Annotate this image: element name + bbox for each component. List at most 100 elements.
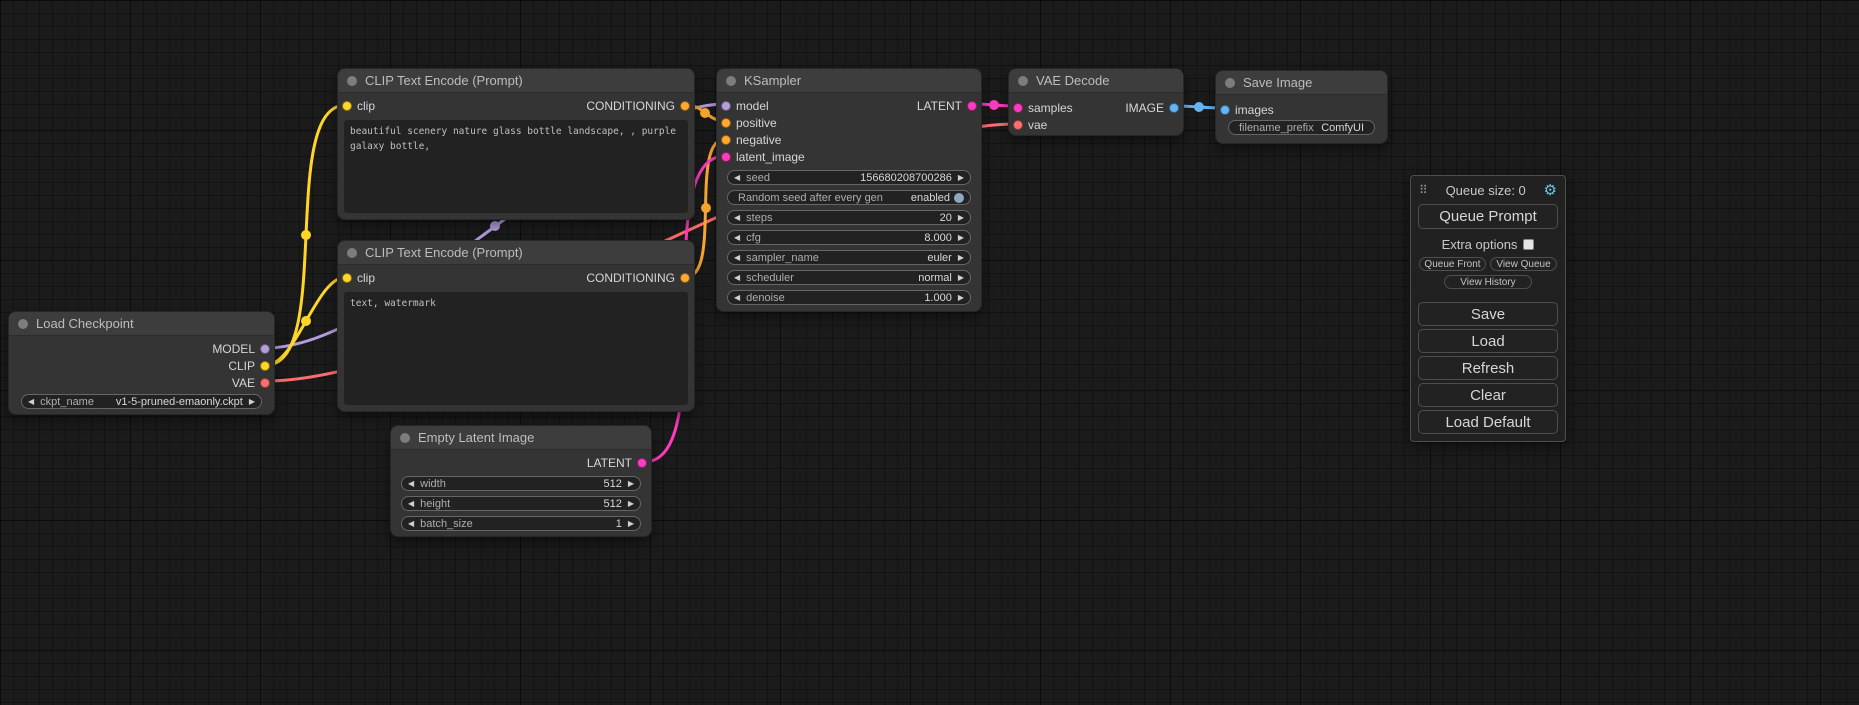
arrow-right-icon[interactable]: ▶	[958, 254, 964, 262]
node-empty-latent-image[interactable]: Empty Latent Image LATENT ◀ width 512 ▶ …	[390, 425, 652, 537]
vae-slot-dot[interactable]	[1013, 120, 1023, 130]
arrow-left-icon[interactable]: ◀	[734, 254, 740, 262]
output-slot-latent[interactable]: LATENT	[917, 99, 977, 113]
node-status-dot[interactable]	[18, 319, 28, 329]
node-status-dot[interactable]	[1018, 76, 1028, 86]
input-slot-clip[interactable]: clip	[342, 99, 375, 113]
widget-width[interactable]: ◀ width 512 ▶	[401, 476, 641, 491]
widget-sampler-name[interactable]: ◀ sampler_name euler ▶	[727, 250, 971, 265]
clip-slot-dot[interactable]	[342, 101, 352, 111]
clip-slot-dot[interactable]	[260, 361, 270, 371]
model-slot-dot[interactable]	[721, 101, 731, 111]
settings-gear-icon[interactable]: ⚙	[1544, 181, 1557, 199]
toggle-knob[interactable]	[954, 193, 964, 203]
clip-slot-dot[interactable]	[342, 273, 352, 283]
node-status-dot[interactable]	[347, 76, 357, 86]
conditioning-slot-dot[interactable]	[680, 273, 690, 283]
arrow-left-icon[interactable]: ◀	[408, 500, 414, 508]
arrow-right-icon[interactable]: ▶	[628, 480, 634, 488]
output-slot-conditioning[interactable]: CONDITIONING	[586, 271, 690, 285]
arrow-right-icon[interactable]: ▶	[628, 500, 634, 508]
input-slot-clip[interactable]: clip	[342, 271, 375, 285]
node-status-dot[interactable]	[726, 76, 736, 86]
widget-batch-size[interactable]: ◀ batch_size 1 ▶	[401, 516, 641, 531]
arrow-left-icon[interactable]: ◀	[734, 274, 740, 282]
arrow-right-icon[interactable]: ▶	[249, 398, 255, 406]
latent-slot-dot[interactable]	[637, 458, 647, 468]
input-slot-images[interactable]: images	[1220, 103, 1274, 117]
widget-random-seed-toggle[interactable]: Random seed after every gen enabled	[727, 190, 971, 205]
load-button[interactable]: Load	[1418, 329, 1558, 353]
node-title-bar[interactable]: CLIP Text Encode (Prompt)	[338, 241, 694, 265]
widget-height[interactable]: ◀ height 512 ▶	[401, 496, 641, 511]
arrow-left-icon[interactable]: ◀	[734, 214, 740, 222]
arrow-right-icon[interactable]: ▶	[958, 214, 964, 222]
arrow-right-icon[interactable]: ▶	[958, 174, 964, 182]
save-button[interactable]: Save	[1418, 302, 1558, 326]
node-title-bar[interactable]: Save Image	[1216, 71, 1387, 95]
conditioning-slot-dot[interactable]	[721, 118, 731, 128]
extra-options-checkbox[interactable]	[1523, 239, 1534, 250]
output-slot-latent[interactable]: LATENT	[587, 456, 647, 470]
node-vae-decode[interactable]: VAE Decode samples IMAGE vae	[1008, 68, 1184, 136]
arrow-left-icon[interactable]: ◀	[28, 398, 34, 406]
vae-slot-dot[interactable]	[260, 378, 270, 388]
node-title-bar[interactable]: KSampler	[717, 69, 981, 93]
node-status-dot[interactable]	[347, 248, 357, 258]
view-history-button[interactable]: View History	[1444, 275, 1532, 289]
widget-filename-prefix[interactable]: filename_prefix ComfyUI	[1228, 120, 1375, 135]
clear-button[interactable]: Clear	[1418, 383, 1558, 407]
input-slot-negative[interactable]: negative	[721, 133, 781, 147]
node-clip-text-encode-positive[interactable]: CLIP Text Encode (Prompt) clip CONDITION…	[337, 68, 695, 220]
widget-steps[interactable]: ◀ steps 20 ▶	[727, 210, 971, 225]
prompt-text-input[interactable]: beautiful scenery nature glass bottle la…	[344, 120, 688, 213]
output-slot-clip[interactable]: CLIP	[228, 359, 270, 373]
widget-denoise[interactable]: ◀ denoise 1.000 ▶	[727, 290, 971, 305]
input-slot-positive[interactable]: positive	[721, 116, 777, 130]
view-queue-button[interactable]: View Queue	[1490, 257, 1557, 271]
input-slot-latent-image[interactable]: latent_image	[721, 150, 805, 164]
model-slot-dot[interactable]	[260, 344, 270, 354]
latent-slot-dot[interactable]	[721, 152, 731, 162]
widget-seed[interactable]: ◀ seed 156680208700286 ▶	[727, 170, 971, 185]
node-clip-text-encode-negative[interactable]: CLIP Text Encode (Prompt) clip CONDITION…	[337, 240, 695, 412]
arrow-left-icon[interactable]: ◀	[408, 480, 414, 488]
arrow-left-icon[interactable]: ◀	[734, 174, 740, 182]
output-slot-image[interactable]: IMAGE	[1125, 101, 1179, 115]
queue-prompt-button[interactable]: Queue Prompt	[1418, 204, 1558, 229]
arrow-right-icon[interactable]: ▶	[958, 234, 964, 242]
node-title-bar[interactable]: Empty Latent Image	[391, 426, 651, 450]
input-slot-vae[interactable]: vae	[1013, 118, 1047, 132]
input-slot-model[interactable]: model	[721, 99, 769, 113]
image-slot-dot[interactable]	[1169, 103, 1179, 113]
widget-cfg[interactable]: ◀ cfg 8.000 ▶	[727, 230, 971, 245]
conditioning-slot-dot[interactable]	[721, 135, 731, 145]
prompt-text-input[interactable]: text, watermark	[344, 292, 688, 405]
node-save-image[interactable]: Save Image images filename_prefix ComfyU…	[1215, 70, 1388, 144]
node-status-dot[interactable]	[400, 433, 410, 443]
node-title-bar[interactable]: VAE Decode	[1009, 69, 1183, 93]
arrow-left-icon[interactable]: ◀	[734, 234, 740, 242]
latent-slot-dot[interactable]	[1013, 103, 1023, 113]
arrow-left-icon[interactable]: ◀	[408, 520, 414, 528]
node-title-bar[interactable]: CLIP Text Encode (Prompt)	[338, 69, 694, 93]
arrow-right-icon[interactable]: ▶	[628, 520, 634, 528]
conditioning-slot-dot[interactable]	[680, 101, 690, 111]
output-slot-vae[interactable]: VAE	[232, 376, 270, 390]
output-slot-conditioning[interactable]: CONDITIONING	[586, 99, 690, 113]
latent-slot-dot[interactable]	[967, 101, 977, 111]
graph-canvas[interactable]: { "colors": { "model": "#B39DDB", "clip"…	[0, 0, 1859, 705]
widget-ckpt-name[interactable]: ◀ ckpt_name v1-5-pruned-emaonly.ckpt ▶	[21, 394, 262, 409]
refresh-button[interactable]: Refresh	[1418, 356, 1558, 380]
arrow-right-icon[interactable]: ▶	[958, 294, 964, 302]
load-default-button[interactable]: Load Default	[1418, 410, 1558, 434]
widget-scheduler[interactable]: ◀ scheduler normal ▶	[727, 270, 971, 285]
output-slot-model[interactable]: MODEL	[212, 342, 270, 356]
node-load-checkpoint[interactable]: Load Checkpoint MODEL CLIP VAE ◀ ckpt_na…	[8, 311, 275, 415]
arrow-left-icon[interactable]: ◀	[734, 294, 740, 302]
node-title-bar[interactable]: Load Checkpoint	[9, 312, 274, 336]
input-slot-samples[interactable]: samples	[1013, 101, 1073, 115]
node-status-dot[interactable]	[1225, 78, 1235, 88]
arrow-right-icon[interactable]: ▶	[958, 274, 964, 282]
node-ksampler[interactable]: KSampler model LATENT positive negative …	[716, 68, 982, 312]
